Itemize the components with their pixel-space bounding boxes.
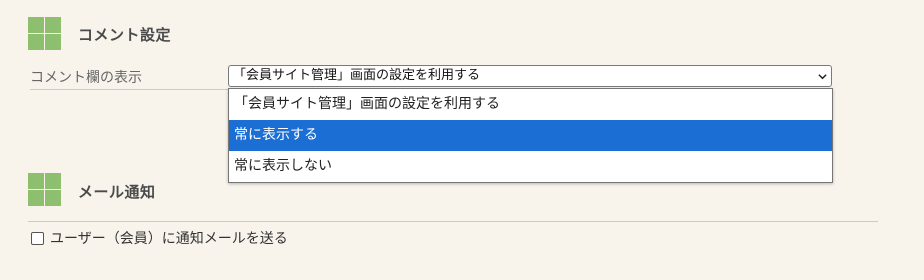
- chevron-down-icon: [818, 74, 827, 80]
- grid-cell: [45, 190, 61, 206]
- grid-cell: [45, 34, 61, 50]
- comment-display-select[interactable]: 「会員サイト管理」画面の設定を利用する: [228, 65, 832, 87]
- label-divider: [30, 89, 228, 90]
- notify-mail-checkbox[interactable]: [31, 231, 44, 245]
- dropdown-option-use-site-setting[interactable]: 「会員サイト管理」画面の設定を利用する: [229, 89, 832, 120]
- section-grid-icon: [28, 17, 61, 50]
- grid-cell: [28, 34, 44, 50]
- notify-mail-checkbox-row[interactable]: ユーザー（会員）に通知メールを送る: [31, 228, 288, 248]
- mail-section-title: メール通知: [78, 183, 156, 201]
- select-current-value: 「会員サイト管理」画面の設定を利用する: [233, 68, 481, 83]
- select-dropdown-list: 「会員サイト管理」画面の設定を利用する 常に表示する 常に表示しない: [228, 88, 833, 183]
- dropdown-option-always-show[interactable]: 常に表示する: [229, 120, 832, 151]
- grid-cell: [45, 173, 61, 189]
- section-grid-icon: [28, 173, 61, 206]
- notify-mail-checkbox-label[interactable]: ユーザー（会員）に通知メールを送る: [50, 228, 288, 248]
- grid-cell: [28, 17, 44, 33]
- section-divider: [28, 221, 878, 222]
- dropdown-option-never-show[interactable]: 常に表示しない: [229, 151, 832, 182]
- grid-cell: [45, 17, 61, 33]
- grid-cell: [28, 190, 44, 206]
- grid-cell: [28, 173, 44, 189]
- comment-section-title: コメント設定: [78, 26, 172, 44]
- comment-display-label: コメント欄の表示: [30, 70, 142, 86]
